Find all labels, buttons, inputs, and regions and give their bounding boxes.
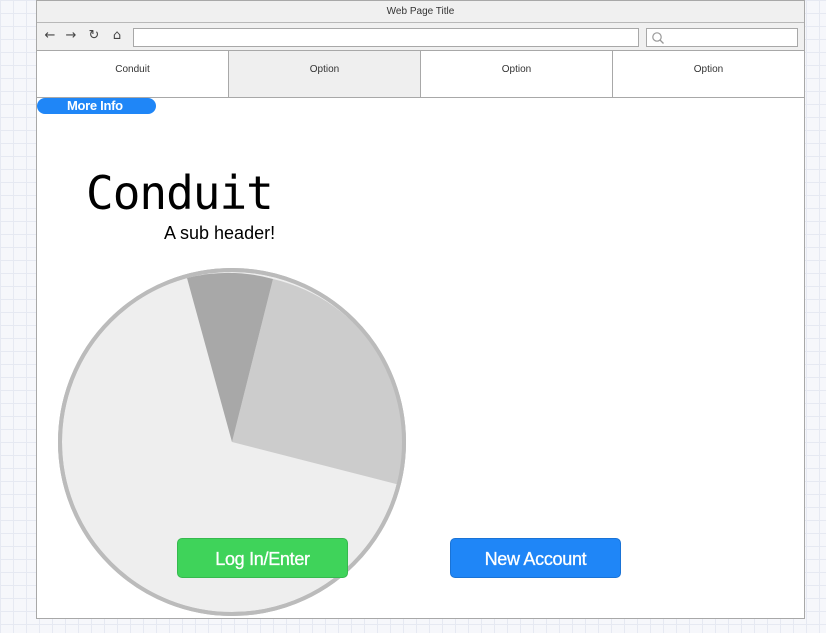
- tab-option-1[interactable]: Option: [229, 51, 421, 97]
- search-icon: [652, 32, 664, 44]
- browser-window: Web Page Title ← → ↻ ⌂ Conduit Option Op…: [36, 0, 805, 619]
- home-icon[interactable]: ⌂: [109, 26, 125, 46]
- browser-toolbar: ← → ↻ ⌂: [37, 23, 804, 51]
- arrow-right-icon[interactable]: →: [63, 26, 79, 46]
- tab-option-2[interactable]: Option: [421, 51, 613, 97]
- window-title: Web Page Title: [37, 1, 804, 23]
- tab-conduit[interactable]: Conduit: [37, 51, 229, 97]
- new-account-button[interactable]: New Account: [450, 538, 621, 578]
- search-input[interactable]: [646, 28, 798, 47]
- page-subtitle: A sub header!: [164, 223, 276, 243]
- url-input[interactable]: [133, 28, 639, 47]
- page-title: Conduit: [86, 166, 274, 220]
- tab-option-3[interactable]: Option: [613, 51, 804, 97]
- arrow-left-icon[interactable]: ←: [42, 26, 58, 46]
- more-info-button[interactable]: More Info: [37, 98, 156, 114]
- login-button[interactable]: Log In/Enter: [177, 538, 348, 578]
- reload-icon[interactable]: ↻: [86, 26, 102, 46]
- tab-bar: Conduit Option Option Option: [37, 51, 804, 98]
